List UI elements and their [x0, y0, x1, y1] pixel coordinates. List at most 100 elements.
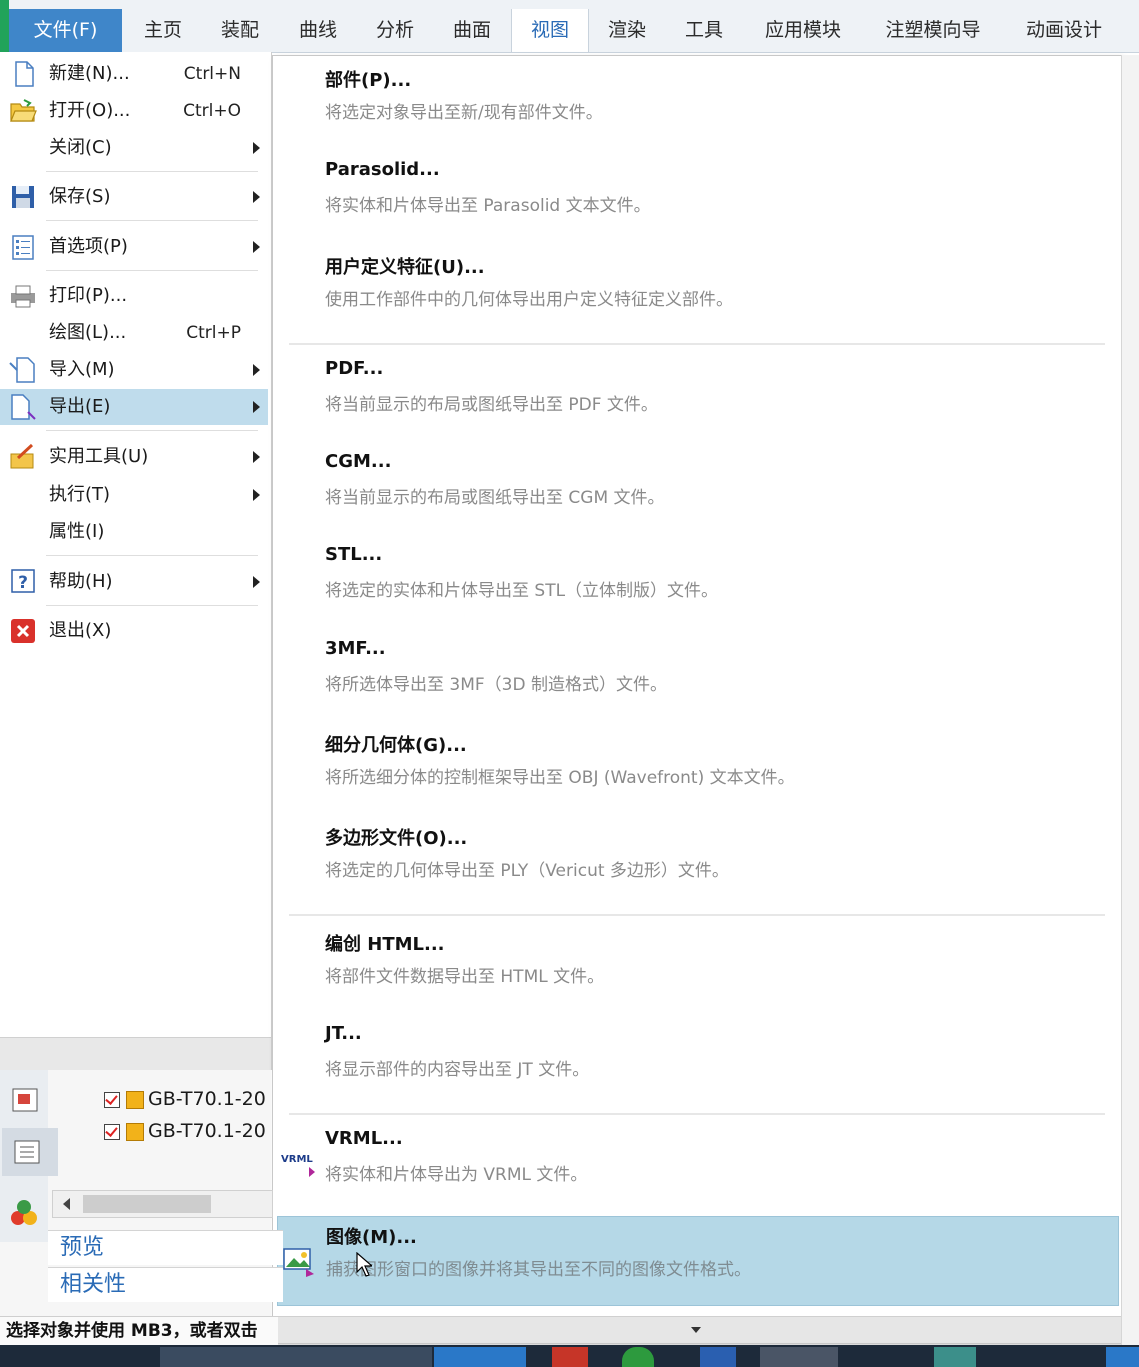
export-image[interactable]: 图像(M)... 捕获图形窗口的图像并将其导出至不同的图像文件格式。 [277, 1216, 1119, 1306]
export-item-desc: 将当前显示的布局或图纸导出至 CGM 文件。 [325, 488, 665, 508]
menu-divider [46, 430, 258, 431]
dependencies-panel-header[interactable]: 相关性 [48, 1267, 283, 1302]
preferences-list-icon [12, 235, 34, 260]
tab-home[interactable]: 主页 [128, 9, 198, 52]
taskbar-item[interactable] [434, 1347, 526, 1367]
menu-execute[interactable]: 执行(T) [0, 477, 268, 513]
menu-label: 绘图(L)... [49, 322, 127, 343]
scrollbar-thumb[interactable] [83, 1195, 211, 1213]
menu-open[interactable]: 打开(O)... Ctrl+O [0, 93, 268, 129]
tab-surface[interactable]: 曲面 [437, 9, 507, 52]
export-item-desc: 将所选体导出至 3MF（3D 制造格式）文件。 [325, 675, 667, 695]
open-folder-icon [10, 99, 37, 122]
menu-close[interactable]: 关闭(C) [0, 130, 268, 166]
menu-divider [46, 555, 258, 556]
taskbar-item[interactable] [760, 1347, 838, 1367]
os-taskbar [0, 1345, 1139, 1367]
menu-footer [0, 1037, 271, 1071]
tree-node[interactable]: GB-T70.1-20 [104, 1088, 266, 1116]
menu-label: 新建(N)... [49, 63, 130, 84]
file-menu: 新建(N)... Ctrl+N 打开(O)... Ctrl+O 关闭(C) 保存… [0, 52, 272, 1071]
menu-label: 执行(T) [49, 484, 111, 505]
menu-plot[interactable]: 绘图(L)... Ctrl+P [0, 315, 268, 351]
save-disk-icon [12, 186, 34, 208]
menu-exit[interactable]: 退出(X) [0, 613, 268, 649]
taskbar-item[interactable] [622, 1347, 654, 1367]
export-item-title: 图像(M)... [326, 1227, 417, 1248]
export-subdivision-geometry[interactable]: 细分几何体(G)... 将所选细分体的控制框架导出至 OBJ (Wavefron… [277, 731, 1117, 791]
export-item-desc: 将当前显示的布局或图纸导出至 PDF 文件。 [325, 395, 658, 415]
checkbox[interactable] [104, 1123, 120, 1140]
part-navigator-tab[interactable] [2, 1128, 58, 1176]
resource-bar [0, 1070, 58, 1242]
taskbar-item[interactable] [552, 1347, 588, 1367]
export-item-title: 3MF... [325, 638, 386, 659]
menu-divider [46, 270, 258, 271]
scroll-left-icon[interactable] [63, 1198, 70, 1210]
export-polygon-file[interactable]: 多边形文件(O)... 将选定的几何体导出至 PLY（Vericut 多边形）文… [277, 824, 1117, 884]
tab-view[interactable]: 视图 [511, 9, 589, 52]
horizontal-scrollbar[interactable] [52, 1190, 273, 1218]
exit-icon [11, 619, 35, 643]
export-item-desc: 将所选细分体的控制框架导出至 OBJ (Wavefront) 文本文件。 [325, 768, 795, 788]
menu-export[interactable]: 导出(E) [0, 389, 268, 425]
assembly-navigator-icon[interactable] [10, 1086, 40, 1114]
menu-divider [46, 220, 258, 221]
tab-mold-wizard[interactable]: 注塑模向导 [868, 9, 998, 52]
tab-assembly[interactable]: 装配 [205, 9, 275, 52]
menu-preferences[interactable]: 首选项(P) [0, 229, 268, 265]
file-tab[interactable]: 文件(F) [9, 9, 122, 52]
tab-application[interactable]: 应用模块 [748, 9, 858, 52]
vrml-icon: VRML [281, 1154, 315, 1177]
menu-print[interactable]: 打印(P)... [0, 278, 268, 314]
menu-label: 关闭(C) [49, 137, 112, 158]
mouse-cursor-icon [356, 1252, 372, 1277]
export-jt[interactable]: JT... 将显示部件的内容导出至 JT 文件。 [277, 1023, 1117, 1083]
export-pdf[interactable]: PDF... 将当前显示的布局或图纸导出至 PDF 文件。 [277, 358, 1117, 418]
submenu-scroll-more[interactable] [273, 1316, 1121, 1343]
menu-help[interactable]: ? 帮助(H) [0, 564, 268, 600]
reuse-library-icon[interactable] [8, 1196, 42, 1228]
export-3mf[interactable]: 3MF... 将所选体导出至 3MF（3D 制造格式）文件。 [277, 638, 1117, 698]
tab-analysis[interactable]: 分析 [360, 9, 430, 52]
tab-curve[interactable]: 曲线 [283, 9, 353, 52]
tab-animation-design[interactable]: 动画设计 [1008, 9, 1120, 52]
image-export-icon [283, 1248, 314, 1277]
export-vrml[interactable]: VRML VRML... 将实体和片体导出为 VRML 文件。 [277, 1128, 1117, 1188]
preview-panel-header[interactable]: 预览 [48, 1230, 283, 1265]
export-udf[interactable]: 用户定义特征(U)... 使用工作部件中的几何体导出用户定义特征定义部件。 [277, 253, 1117, 313]
tree-node[interactable]: GB-T70.1-20 [104, 1120, 266, 1148]
menu-import[interactable]: 导入(M) [0, 352, 268, 388]
menu-shortcut: Ctrl+N [183, 64, 241, 84]
tab-tools[interactable]: 工具 [669, 9, 739, 52]
taskbar-item[interactable] [700, 1347, 736, 1367]
export-item-desc: 将部件文件数据导出至 HTML 文件。 [325, 967, 605, 987]
menu-utilities[interactable]: 实用工具(U) [0, 439, 268, 475]
submenu-arrow-icon [253, 241, 260, 253]
help-icon: ? [11, 569, 35, 593]
svg-text:?: ? [18, 573, 28, 593]
export-item-desc: 将实体和片体导出至 Parasolid 文本文件。 [325, 196, 651, 216]
checkbox[interactable] [104, 1091, 120, 1108]
taskbar-item[interactable] [1106, 1347, 1139, 1367]
vrml-icon-text: VRML [281, 1154, 313, 1165]
export-item-desc: 将选定的实体和片体导出至 STL（立体制版）文件。 [325, 581, 719, 601]
export-author-html[interactable]: 编创 HTML... 将部件文件数据导出至 HTML 文件。 [277, 930, 1117, 990]
part-navigator-icon [14, 1140, 40, 1164]
menu-new[interactable]: 新建(N)... Ctrl+N [0, 56, 268, 92]
tab-render[interactable]: 渲染 [592, 9, 662, 52]
taskbar-item[interactable] [934, 1347, 976, 1367]
menu-divider [46, 171, 258, 172]
export-parasolid[interactable]: Parasolid... 将实体和片体导出至 Parasolid 文本文件。 [277, 159, 1117, 219]
menu-shortcut: Ctrl+O [183, 101, 241, 121]
export-item-title: Parasolid... [325, 159, 440, 180]
export-cgm[interactable]: CGM... 将当前显示的布局或图纸导出至 CGM 文件。 [277, 451, 1117, 511]
taskbar-item[interactable] [160, 1347, 432, 1367]
menu-properties[interactable]: 属性(I) [0, 514, 268, 550]
menu-save[interactable]: 保存(S) [0, 179, 268, 215]
export-stl[interactable]: STL... 将选定的实体和片体导出至 STL（立体制版）文件。 [277, 544, 1117, 604]
submenu-arrow-icon [253, 576, 260, 588]
scroll-down-icon [691, 1327, 701, 1333]
export-part[interactable]: 部件(P)... 将选定对象导出至新/现有部件文件。 [277, 66, 1117, 126]
menu-label: 退出(X) [49, 620, 112, 641]
